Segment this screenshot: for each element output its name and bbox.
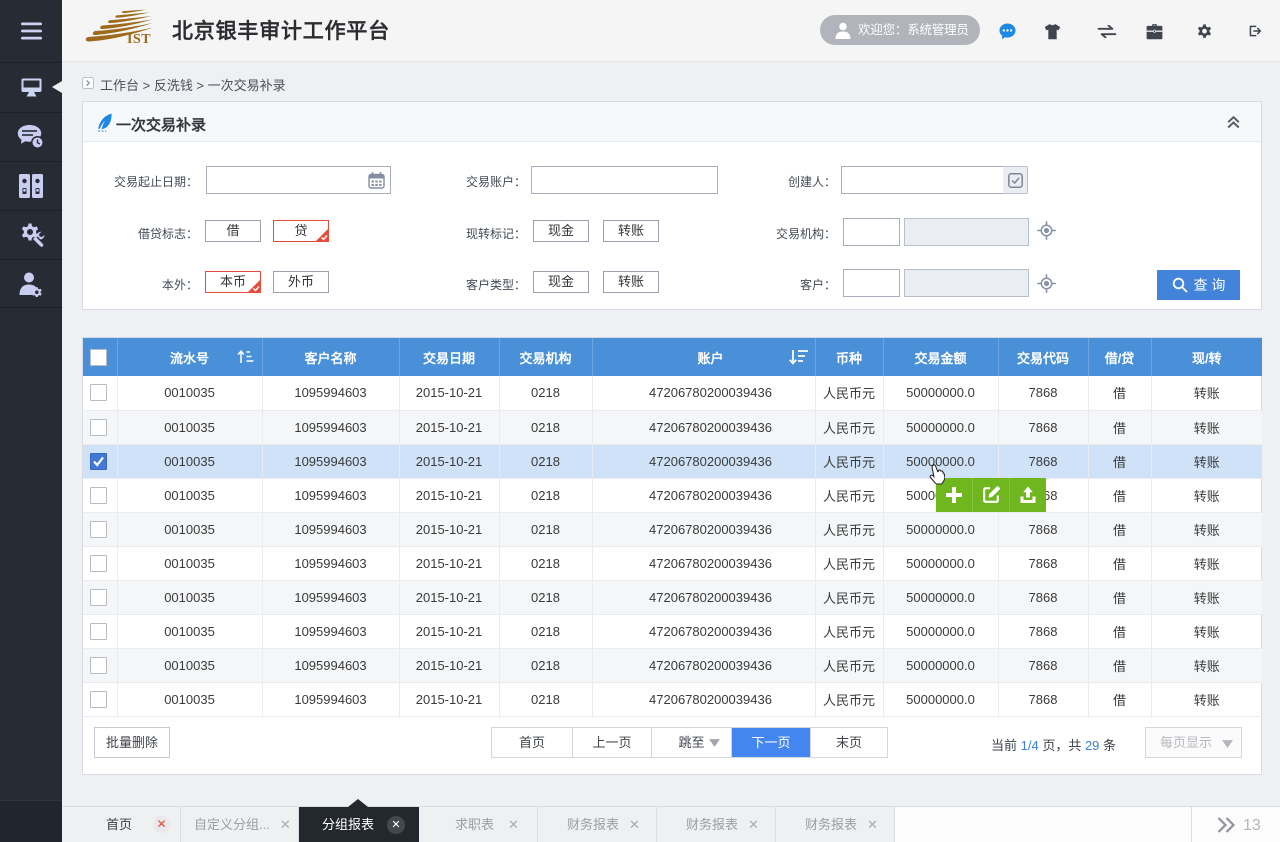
- svg-text:IST: IST: [127, 32, 151, 47]
